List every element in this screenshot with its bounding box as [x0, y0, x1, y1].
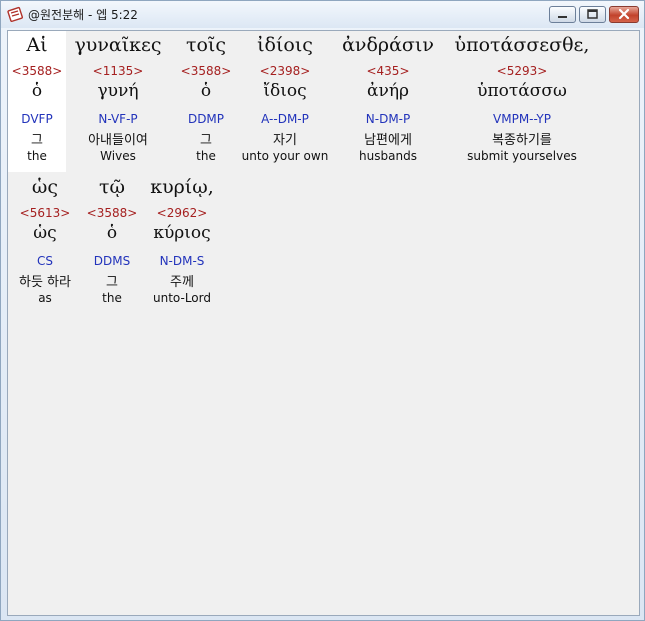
strong-number: <2398> — [259, 64, 311, 78]
morphology-code: DDMS — [93, 254, 131, 268]
greek-word: ἰδίοις — [257, 34, 313, 56]
greek-word: ἀνδράσιν — [342, 34, 434, 56]
lemma: κύριος — [153, 223, 211, 243]
strong-number: <5293> — [496, 64, 548, 78]
english-gloss: husbands — [359, 149, 417, 163]
word-block[interactable]: ἀνδράσιν <435> ἀνήρ N-DM-P 남편에게 husbands — [336, 31, 440, 172]
morphology-code: CS — [37, 254, 53, 268]
strong-number: <1135> — [92, 64, 144, 78]
english-gloss: Wives — [100, 149, 136, 163]
word-block[interactable]: ὡς <5613> ὡς CS 하듯 하라 as — [8, 173, 82, 314]
strong-number: <5613> — [19, 206, 71, 220]
korean-gloss: 그 — [31, 133, 43, 148]
maximize-button[interactable] — [579, 6, 606, 23]
word-block[interactable]: γυναῖκες <1135> γυνή N-VF-P 아내들이여 Wives — [68, 31, 168, 172]
lemma: ὑποτάσσω — [477, 81, 567, 101]
korean-gloss: 자기 — [273, 133, 297, 148]
lemma: ἀνήρ — [367, 81, 409, 101]
strong-number: <2962> — [156, 206, 208, 220]
morphology-code: DDMP — [187, 112, 225, 126]
english-gloss: the — [102, 291, 122, 305]
lemma: ἴδιος — [263, 81, 307, 101]
korean-gloss: 하듯 하라 — [19, 275, 71, 290]
english-gloss: unto-Lord — [153, 291, 211, 305]
greek-word: τοῖς — [185, 34, 227, 56]
minimize-button[interactable] — [549, 6, 576, 23]
interlinear-panel: Αἱ <3588> ὁ DVFP 그 the γυναῖκες <1135> γ… — [7, 30, 640, 616]
greek-word: ὑποτάσσεσθε, — [454, 34, 590, 56]
strong-number: <3588> — [180, 64, 232, 78]
word-block[interactable]: ἰδίοις <2398> ἴδιος A--DM-P 자기 unto your… — [240, 31, 330, 172]
korean-gloss: 그 — [106, 275, 118, 290]
greek-word: γυναῖκες — [74, 34, 162, 56]
lemma: ὁ — [31, 81, 43, 101]
english-gloss: the — [27, 149, 47, 163]
maximize-icon — [587, 9, 598, 19]
korean-gloss: 복종하기를 — [492, 133, 552, 148]
morphology-code: N-DM-S — [159, 254, 205, 268]
close-button[interactable] — [609, 6, 639, 23]
lemma: ὁ — [106, 223, 118, 243]
lemma: ὡς — [33, 223, 57, 243]
greek-word: Αἱ — [26, 34, 48, 56]
morphology-code: N-DM-P — [365, 112, 411, 126]
window-title: @원전분해 - 엡 5:22 — [28, 8, 138, 22]
korean-gloss: 남편에게 — [364, 133, 412, 148]
morphology-code: DVFP — [21, 112, 53, 126]
lemma: γυνή — [97, 81, 139, 101]
korean-gloss: 그 — [200, 133, 212, 148]
lemma: ὁ — [200, 81, 212, 101]
app-window: @원전분해 - 엡 5:22 Αἱ <3588> ὁ DVFP 그 the γυ… — [0, 0, 645, 621]
english-gloss: submit yourselves — [467, 149, 577, 163]
greek-word: κυρίῳ, — [150, 176, 214, 198]
title-bar[interactable]: @원전분해 - 엡 5:22 — [1, 1, 644, 28]
strong-number: <3588> — [86, 206, 138, 220]
word-block[interactable]: ὑποτάσσεσθε, <5293> ὑποτάσσω VMPM--YP 복종… — [446, 31, 598, 172]
morphology-code: A--DM-P — [261, 112, 309, 126]
morphology-code: VMPM--YP — [493, 112, 551, 126]
word-block[interactable]: τῷ <3588> ὁ DDMS 그 the — [84, 173, 140, 314]
strong-number: <435> — [366, 64, 410, 78]
minimize-icon — [558, 16, 567, 18]
close-icon — [618, 8, 630, 20]
english-gloss: unto your own — [241, 149, 329, 163]
greek-word: τῷ — [98, 176, 125, 198]
word-block[interactable]: Αἱ <3588> ὁ DVFP 그 the — [8, 31, 66, 172]
word-block[interactable]: τοῖς <3588> ὁ DDMP 그 the — [176, 31, 236, 172]
korean-gloss: 주께 — [170, 275, 194, 290]
app-icon — [7, 6, 23, 22]
english-gloss: the — [196, 149, 216, 163]
morphology-code: N-VF-P — [98, 112, 138, 126]
strong-number: <3588> — [11, 64, 63, 78]
korean-gloss: 아내들이여 — [88, 133, 148, 148]
word-block[interactable]: κυρίῳ, <2962> κύριος N-DM-S 주께 unto-Lord — [142, 173, 222, 314]
greek-word: ὡς — [31, 176, 59, 198]
english-gloss: as — [38, 291, 52, 305]
